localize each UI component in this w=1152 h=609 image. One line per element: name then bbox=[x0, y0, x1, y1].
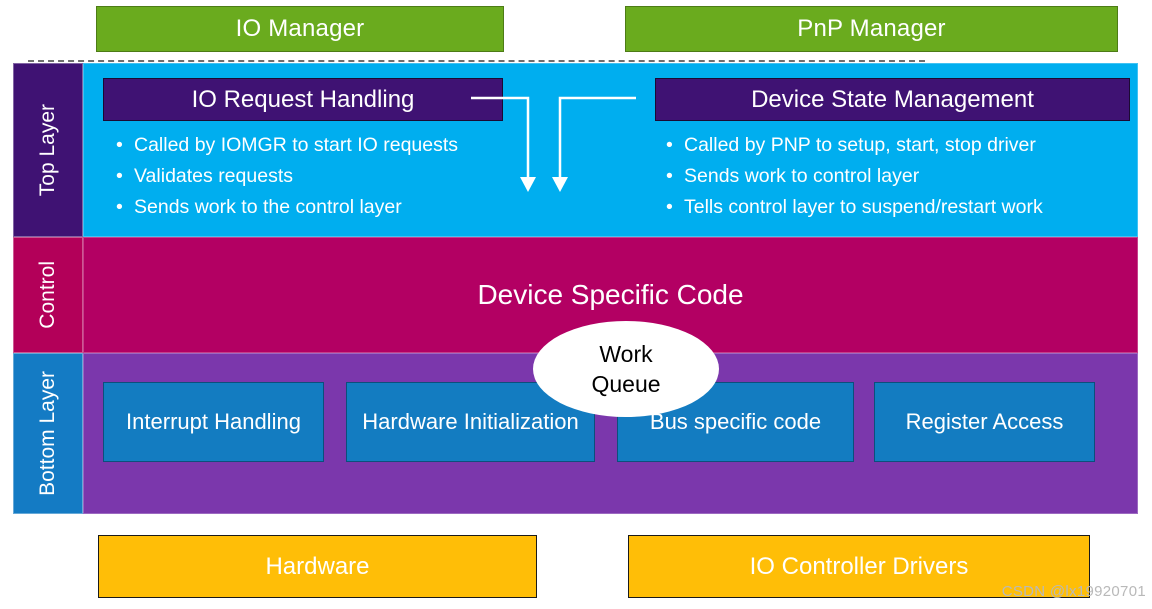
arrowhead-right-icon bbox=[552, 177, 568, 192]
arrowhead-left-icon bbox=[520, 177, 536, 192]
control-layer-tab-label: Control bbox=[36, 261, 59, 329]
hardware-initialization-label: Hardware Initialization bbox=[362, 409, 579, 434]
work-queue-label-line1: Work bbox=[599, 341, 653, 367]
bus-specific-code-label: Bus specific code bbox=[649, 409, 822, 434]
pnp-manager-label: PnP Manager bbox=[797, 15, 946, 42]
bottom-layer-tab-label: Bottom Layer bbox=[36, 371, 59, 496]
diagram-canvas: IO Manager PnP Manager Top Layer IO Requ… bbox=[0, 0, 1152, 609]
driver-layer-stack: Top Layer IO Request Handling Called by … bbox=[13, 63, 1138, 514]
top-layer-body: IO Request Handling Called by IOMGR to s… bbox=[83, 63, 1138, 237]
control-layer-tab[interactable]: Control bbox=[13, 237, 83, 353]
hardware-box[interactable]: Hardware bbox=[98, 535, 537, 598]
elbow-arrow-down-icon-left bbox=[471, 96, 530, 179]
pnp-manager-box[interactable]: PnP Manager bbox=[625, 6, 1118, 52]
elbow-arrow-down-icon-right bbox=[558, 96, 636, 179]
register-access-label: Register Access bbox=[905, 409, 1064, 434]
top-layer-row: Top Layer IO Request Handling Called by … bbox=[13, 63, 1138, 237]
dashed-separator-icon bbox=[28, 60, 925, 62]
flow-arrows-group bbox=[471, 96, 636, 192]
io-manager-label: IO Manager bbox=[235, 15, 365, 42]
work-queue-ellipse[interactable]: Work Queue bbox=[533, 321, 719, 417]
work-queue-label-line2: Queue bbox=[591, 371, 661, 397]
io-controller-drivers-label: IO Controller Drivers bbox=[749, 552, 969, 580]
top-layer-tab-label: Top Layer bbox=[36, 103, 59, 197]
register-access-box[interactable]: Register Access bbox=[874, 382, 1095, 462]
interrupt-handling-box[interactable]: Interrupt Handling bbox=[103, 382, 324, 462]
bottom-layer-tab[interactable]: Bottom Layer bbox=[13, 353, 83, 514]
watermark: CSDN @lx19920701 bbox=[1001, 583, 1146, 600]
interrupt-handling-label: Interrupt Handling bbox=[126, 409, 301, 434]
hardware-label: Hardware bbox=[265, 552, 370, 580]
io-manager-box[interactable]: IO Manager bbox=[96, 6, 504, 52]
top-layer-tab[interactable]: Top Layer bbox=[13, 63, 83, 237]
